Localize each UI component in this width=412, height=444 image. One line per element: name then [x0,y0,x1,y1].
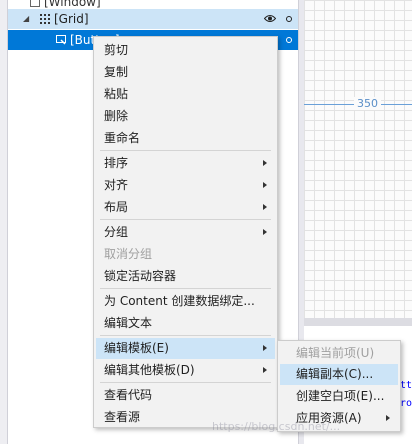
lock-dot-icon[interactable] [286,16,292,22]
submenu-arrow-icon [263,367,267,373]
submenu-arrow-icon [263,182,267,188]
menu-separator [100,219,271,220]
menu-item-cut[interactable]: 剪切 [96,40,275,61]
submenu-arrow-icon [263,160,267,166]
menu-item-label: 对齐 [104,178,129,192]
menu-separator [100,288,271,289]
menu-item-label: 编辑模板(E) [104,341,169,355]
tree-item-label: [Grid] [54,12,89,26]
menu-item-create-empty[interactable]: 创建空白项(E)... [280,386,398,407]
submenu-arrow-icon [263,204,267,210]
menu-item-edit-current: 编辑当前项(U) [296,346,375,360]
menu-item-rename[interactable]: 重命名 [96,128,275,149]
menu-item-label: 编辑其他模板(D) [104,363,195,377]
left-edge-strip [0,0,8,444]
edit-template-submenu: 编辑当前项(U) 编辑副本(C)... 创建空白项(E)... 应用资源(A) [277,340,401,432]
menu-separator [100,335,271,336]
menu-item-align[interactable]: 对齐 [96,175,275,196]
grid-icon [40,14,50,24]
collapse-arrow-icon[interactable]: ◢ [23,9,29,29]
lock-dot-icon[interactable] [286,37,292,43]
menu-item-group[interactable]: 分组 [96,222,275,243]
window-icon [30,0,40,7]
menu-item-label: 排序 [104,156,129,170]
design-surface[interactable]: 350 [304,0,412,318]
menu-item-pin-active-container[interactable]: 锁定活动容器 [96,266,275,287]
context-menu: 剪切 复制 粘贴 删除 重命名 排序 对齐 布局 分组 取消分组 锁定活动容器 … [93,36,278,428]
menu-item-delete[interactable]: 删除 [96,106,275,127]
tree-item-grid[interactable]: ◢ [Grid] [8,9,298,29]
menu-item-copy[interactable]: 复制 [96,62,275,83]
submenu-arrow-icon [263,345,267,351]
designer-scrollbar[interactable] [304,318,412,326]
menu-item-order[interactable]: 排序 [96,153,275,174]
menu-item-ungroup: 取消分组 [104,247,153,261]
menu-item-layout[interactable]: 布局 [96,197,275,218]
watermark: https://blog.csdn.net/... [212,420,341,433]
menu-item-edit-copy[interactable]: 编辑副本(C)... [280,364,398,385]
menu-item-view-code[interactable]: 查看代码 [96,385,275,406]
visibility-eye-icon[interactable] [264,14,276,23]
menu-separator [100,382,271,383]
menu-item-label: 分组 [104,225,129,239]
menu-item-create-data-binding[interactable]: 为 Content 创建数据绑定... [96,291,275,312]
menu-item-paste[interactable]: 粘贴 [96,84,275,105]
menu-item-label: 布局 [104,200,129,214]
code-line: tt [399,380,412,391]
menu-item-edit-text[interactable]: 编辑文本 [96,313,275,334]
width-dimension-label: 350 [354,97,381,110]
menu-item-edit-template[interactable]: 编辑模板(E) [96,338,275,359]
submenu-arrow-icon [386,415,390,421]
code-line: ro [399,398,412,409]
submenu-arrow-icon [263,229,267,235]
menu-item-edit-additional-templates[interactable]: 编辑其他模板(D) [96,360,275,381]
menu-separator [100,150,271,151]
button-icon [56,35,66,45]
